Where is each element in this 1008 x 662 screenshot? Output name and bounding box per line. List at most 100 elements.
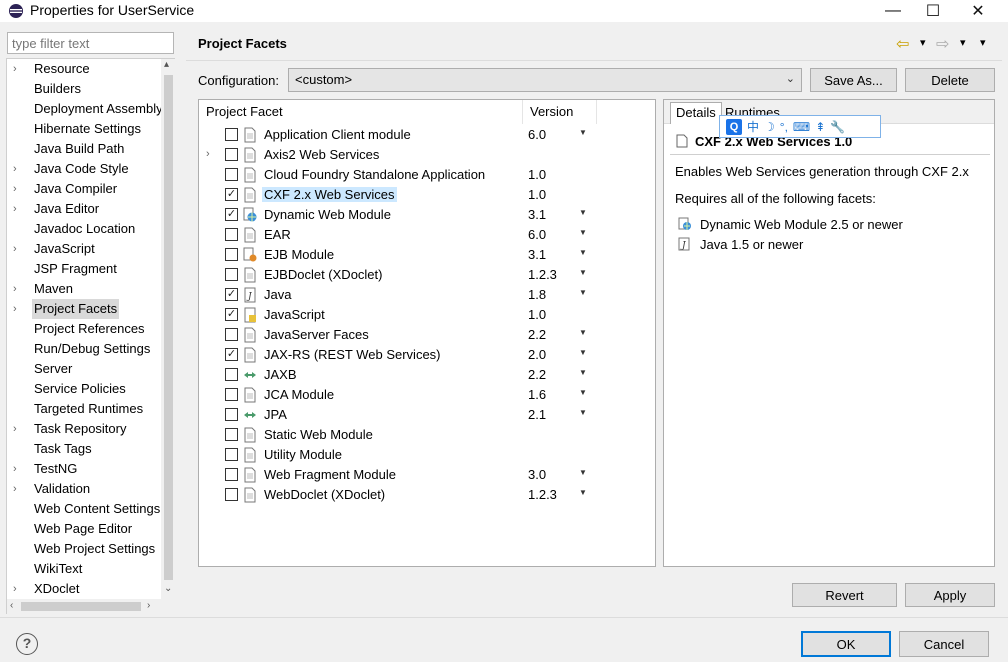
sidebar-item[interactable]: Java Build Path [7, 139, 161, 159]
cancel-button[interactable]: Cancel [899, 631, 989, 657]
facet-checkbox[interactable] [225, 388, 238, 401]
facet-checkbox[interactable] [225, 248, 238, 261]
sidebar-item[interactable]: › Java Code Style [7, 159, 161, 179]
facet-row[interactable]: EAR 6.0 ▼ [199, 225, 655, 245]
facet-row[interactable]: › Axis2 Web Services [199, 145, 655, 165]
facet-checkbox[interactable] [225, 268, 238, 281]
sidebar-item[interactable]: Web Project Settings [7, 539, 161, 559]
facet-version[interactable]: 1.6 [528, 387, 546, 402]
revert-button[interactable]: Revert [792, 583, 897, 607]
sidebar-item[interactable]: › TestNG [7, 459, 161, 479]
facet-row[interactable]: ✓ CXF 2.x Web Services 1.0 [199, 185, 655, 205]
facet-row[interactable]: ✓ J Java 1.8 ▼ [199, 285, 655, 305]
sidebar-item[interactable]: Service Policies [7, 379, 161, 399]
facet-version[interactable]: 3.0 [528, 467, 546, 482]
facet-row[interactable]: ✓ JavaScript 1.0 [199, 305, 655, 325]
chevron-right-icon[interactable]: › [13, 199, 25, 219]
facet-checkbox[interactable] [225, 168, 238, 181]
tree-horizontal-scrollbar[interactable]: ‹ › [7, 599, 175, 614]
facet-version[interactable]: 6.0 [528, 127, 546, 142]
facet-row[interactable]: Web Fragment Module 3.0 ▼ [199, 465, 655, 485]
ime-voice-icon[interactable]: ⇞ [815, 120, 825, 134]
sidebar-item[interactable]: › JavaScript [7, 239, 161, 259]
column-header-version[interactable]: Version [523, 100, 597, 124]
chevron-right-icon[interactable]: › [13, 299, 25, 319]
sidebar-item[interactable]: › Project Facets [7, 299, 161, 319]
version-dropdown-icon[interactable]: ▼ [579, 388, 587, 397]
sidebar-item[interactable]: › Task Repository [7, 419, 161, 439]
facet-version[interactable]: 1.8 [528, 287, 546, 302]
sidebar-item[interactable]: Builders [7, 79, 161, 99]
back-menu-icon[interactable]: ▾ [920, 36, 926, 49]
facet-checkbox[interactable] [225, 408, 238, 421]
facet-checkbox[interactable] [225, 428, 238, 441]
ime-punctuation-icon[interactable]: °, [780, 120, 788, 134]
chevron-right-icon[interactable]: › [13, 179, 25, 199]
facet-row[interactable]: JAXB 2.2 ▼ [199, 365, 655, 385]
version-dropdown-icon[interactable]: ▼ [579, 228, 587, 237]
ime-keyboard-icon[interactable]: ⌨ [793, 120, 810, 134]
version-dropdown-icon[interactable]: ▼ [579, 328, 587, 337]
sidebar-item[interactable]: Hibernate Settings [7, 119, 161, 139]
facet-checkbox[interactable] [225, 328, 238, 341]
ime-chinese-toggle[interactable]: 中 [747, 118, 759, 135]
delete-button[interactable]: Delete [905, 68, 995, 92]
facet-version[interactable]: 1.0 [528, 167, 546, 182]
sidebar-item[interactable]: Deployment Assembly [7, 99, 161, 119]
scroll-down-icon[interactable]: ⌄ [164, 583, 172, 594]
column-header-facet[interactable]: Project Facet [199, 100, 523, 124]
close-button[interactable]: ✕ [955, 0, 1001, 22]
facet-checkbox[interactable] [225, 448, 238, 461]
facet-checkbox[interactable] [225, 468, 238, 481]
facet-row[interactable]: JCA Module 1.6 ▼ [199, 385, 655, 405]
ime-tools-icon[interactable]: 🔧 [830, 120, 845, 134]
forward-menu-icon[interactable]: ▾ [960, 36, 966, 49]
scroll-thumb[interactable] [164, 75, 173, 580]
hscroll-thumb[interactable] [21, 602, 141, 611]
tree-vertical-scrollbar[interactable]: ▴ ⌄ [161, 59, 175, 599]
sidebar-item[interactable]: Project References [7, 319, 161, 339]
version-dropdown-icon[interactable]: ▼ [579, 408, 587, 417]
facet-row[interactable]: ✓ JAX-RS (REST Web Services) 2.0 ▼ [199, 345, 655, 365]
sidebar-item[interactable]: Web Page Editor [7, 519, 161, 539]
sidebar-item[interactable]: Javadoc Location [7, 219, 161, 239]
facet-row[interactable]: Application Client module 6.0 ▼ [199, 125, 655, 145]
facet-row[interactable]: WebDoclet (XDoclet) 1.2.3 ▼ [199, 485, 655, 505]
facet-row[interactable]: EJB Module 3.1 ▼ [199, 245, 655, 265]
scroll-left-icon[interactable]: ‹ [10, 600, 13, 611]
facet-version[interactable]: 3.1 [528, 247, 546, 262]
facet-version[interactable]: 1.0 [528, 307, 546, 322]
facet-row[interactable]: Static Web Module [199, 425, 655, 445]
save-as-button[interactable]: Save As... [810, 68, 897, 92]
help-icon[interactable]: ? [16, 633, 38, 655]
sidebar-item[interactable]: Run/Debug Settings [7, 339, 161, 359]
facet-checkbox[interactable]: ✓ [225, 208, 238, 221]
ime-toolbar[interactable]: Q 中 ☽ °, ⌨ ⇞ 🔧 [719, 115, 881, 138]
sidebar-item[interactable]: › Validation [7, 479, 161, 499]
sidebar-item[interactable]: › XDoclet [7, 579, 161, 599]
version-dropdown-icon[interactable]: ▼ [579, 468, 587, 477]
configuration-select[interactable]: <custom> ⌄ [288, 68, 802, 92]
facet-version[interactable]: 1.2.3 [528, 267, 557, 282]
facet-row[interactable]: JavaServer Faces 2.2 ▼ [199, 325, 655, 345]
sidebar-item[interactable]: › Java Compiler [7, 179, 161, 199]
chevron-right-icon[interactable]: › [13, 159, 25, 179]
facet-row[interactable]: JPA 2.1 ▼ [199, 405, 655, 425]
chevron-right-icon[interactable]: › [13, 239, 25, 259]
sidebar-item[interactable]: › Java Editor [7, 199, 161, 219]
version-dropdown-icon[interactable]: ▼ [579, 208, 587, 217]
chevron-right-icon[interactable]: › [13, 279, 25, 299]
facet-checkbox[interactable] [225, 128, 238, 141]
chevron-right-icon[interactable]: › [13, 459, 25, 479]
tab-details[interactable]: Details [670, 102, 722, 124]
chevron-right-icon[interactable]: › [13, 479, 25, 499]
forward-icon[interactable]: ⇨ [936, 34, 949, 54]
version-dropdown-icon[interactable]: ▼ [579, 348, 587, 357]
facet-row[interactable]: ✓ Dynamic Web Module 3.1 ▼ [199, 205, 655, 225]
facet-checkbox[interactable]: ✓ [225, 348, 238, 361]
facet-version[interactable]: 1.2.3 [528, 487, 557, 502]
sidebar-item[interactable]: JSP Fragment [7, 259, 161, 279]
facet-version[interactable]: 2.0 [528, 347, 546, 362]
maximize-button[interactable]: ☐ [910, 0, 956, 22]
facet-checkbox[interactable] [225, 148, 238, 161]
